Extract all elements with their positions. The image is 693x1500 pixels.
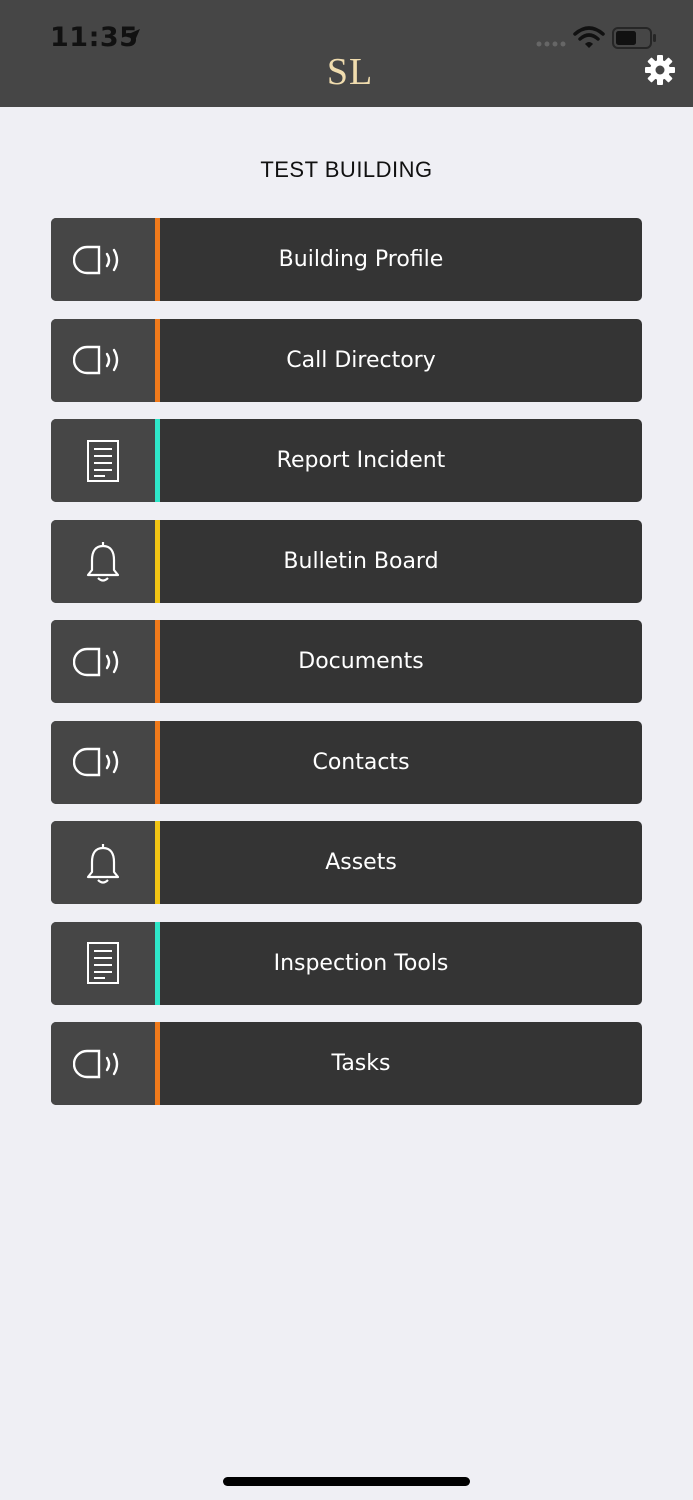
menu-item-contacts[interactable]: Contacts (51, 720, 642, 804)
menu-item-label: Call Directory (286, 347, 436, 373)
menu-item-label: Tasks (331, 1051, 391, 1076)
menu-item-assets[interactable]: Assets (51, 821, 642, 904)
menu-item-building-profile[interactable]: Building Profile (51, 218, 642, 301)
building-menu: Building Profile Call Directory Report Inc… (51, 218, 642, 1123)
app-logo: SL (326, 51, 374, 93)
document-icon (51, 419, 155, 502)
location-arrow-icon (124, 29, 140, 45)
speaker-icon (51, 620, 155, 703)
menu-item-label: Assets (325, 850, 397, 875)
menu-item-label: Contacts (312, 749, 410, 775)
menu-item-label: Bulletin Board (283, 548, 439, 574)
page-title: TEST BUILDING (260, 157, 433, 182)
menu-item-documents[interactable]: Documents (51, 620, 642, 703)
speaker-icon (51, 318, 155, 402)
battery-icon (612, 27, 656, 49)
document-icon (51, 921, 155, 1005)
settings-gear-icon[interactable] (644, 54, 676, 86)
menu-item-label: Documents (298, 649, 424, 674)
speaker-icon (51, 720, 155, 804)
menu-item-tasks[interactable]: Tasks (51, 1022, 642, 1105)
top-bar: 11:35 SL (0, 0, 693, 107)
home-indicator[interactable] (223, 1477, 470, 1486)
menu-item-label: Report Incident (276, 448, 446, 473)
menu-item-call-directory[interactable]: Call Directory (51, 318, 642, 402)
bell-icon (51, 821, 155, 904)
menu-item-bulletin-board[interactable]: Bulletin Board (51, 519, 642, 603)
speaker-icon (51, 1022, 155, 1105)
menu-item-report-incident[interactable]: Report Incident (51, 419, 642, 502)
menu-item-label: Building Profile (278, 247, 444, 272)
menu-item-label: Inspection Tools (273, 950, 449, 976)
cellular-signal-icon (536, 41, 566, 47)
wifi-icon (573, 26, 605, 48)
menu-item-inspection-tools[interactable]: Inspection Tools (51, 921, 642, 1005)
speaker-icon (51, 218, 155, 301)
bell-icon (51, 519, 155, 603)
